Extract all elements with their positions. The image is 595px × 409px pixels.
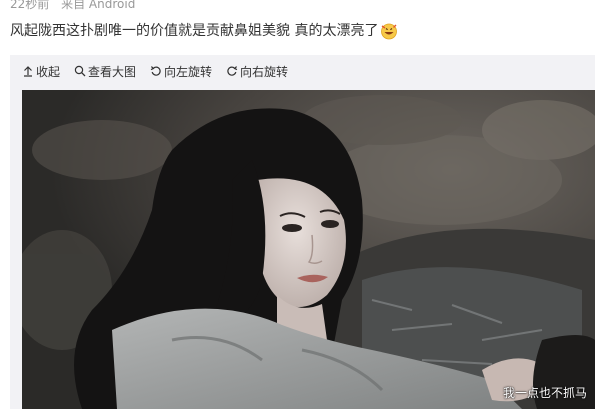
post-source: 来自 Android — [61, 0, 136, 11]
view-large-button[interactable]: 查看大图 — [74, 63, 136, 80]
search-icon — [74, 65, 86, 77]
rotate-left-button[interactable]: 向左旋转 — [150, 63, 212, 80]
collapse-icon — [24, 66, 32, 77]
rotate-right-icon — [227, 66, 238, 76]
image-toolbar: 收起 查看大图 向左旋转 向右旋转 — [22, 60, 302, 82]
post-meta: 22秒前 来自 Android — [10, 0, 143, 12]
post-photo[interactable]: 我一点也不抓马 — [22, 90, 595, 409]
photo-illustration — [22, 90, 595, 409]
post-time[interactable]: 22秒前 — [10, 0, 49, 11]
post-text: 风起陇西这扑剧唯一的价值就是贡献鼻姐美貌 真的太漂亮了 — [10, 23, 379, 39]
rotate-right-button[interactable]: 向右旋转 — [226, 63, 288, 80]
rotate-right-label: 向右旋转 — [240, 64, 289, 79]
grinning-face-emoji-icon — [380, 22, 398, 40]
rotate-left-icon — [150, 66, 161, 76]
rotate-left-label: 向左旋转 — [164, 64, 213, 79]
collapse-button[interactable]: 收起 — [22, 63, 60, 80]
post-content: 风起陇西这扑剧唯一的价值就是贡献鼻姐美貌 真的太漂亮了 — [10, 20, 398, 42]
collapse-label: 收起 — [36, 64, 61, 79]
view-large-label: 查看大图 — [88, 64, 137, 79]
photo-watermark: 我一点也不抓马 — [502, 386, 587, 400]
